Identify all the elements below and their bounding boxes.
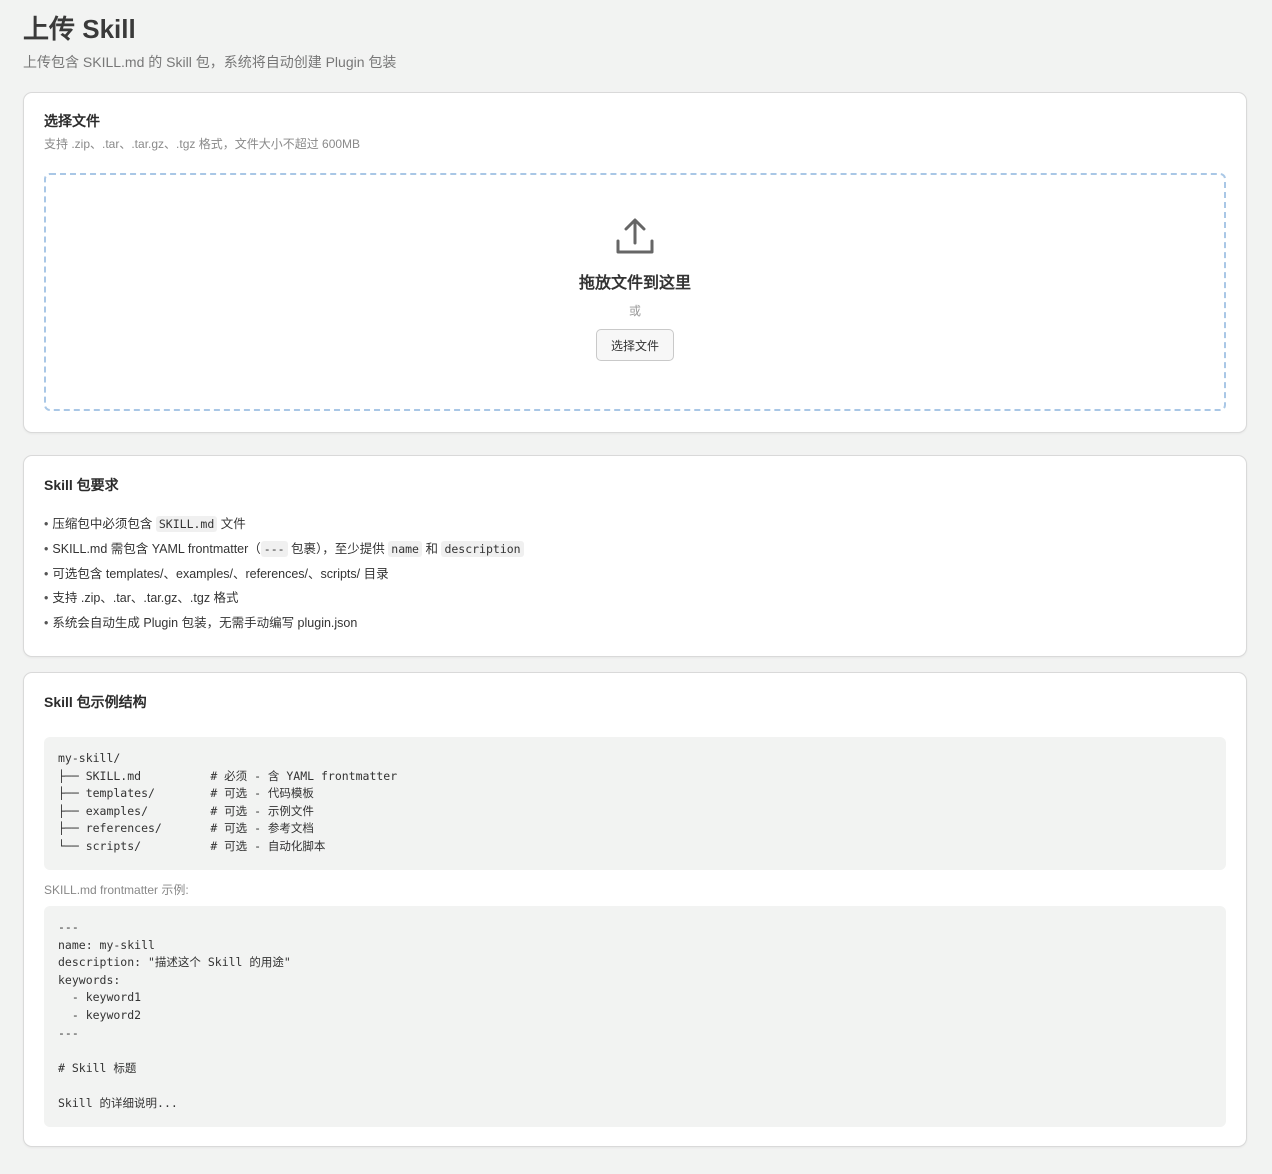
list-item: SKILL.md 需包含 YAML frontmatter（--- 包裹），至少… xyxy=(44,540,1226,557)
requirements-card: Skill 包要求 压缩包中必须包含 SKILL.md 文件 SKILL.md … xyxy=(23,455,1247,657)
upload-icon xyxy=(616,218,654,254)
list-item: 支持 .zip、.tar、.tar.gz、.tgz 格式 xyxy=(44,590,1226,606)
frontmatter-label: SKILL.md frontmatter 示例: xyxy=(44,883,189,897)
inline-code: --- xyxy=(260,540,288,557)
directory-tree-code: my-skill/ ├── SKILL.md # 必须 - 含 YAML fro… xyxy=(44,737,1226,870)
frontmatter-code: --- name: my-skill description: "描述这个 Sk… xyxy=(44,906,1226,1127)
or-text: 或 xyxy=(628,304,641,318)
example-title: Skill 包示例结构 xyxy=(44,694,147,710)
example-structure-card: Skill 包示例结构 my-skill/ ├── SKILL.md # 必须 … xyxy=(23,672,1247,1147)
file-select-title: 选择文件 xyxy=(44,113,100,129)
inline-code: SKILL.md xyxy=(155,516,218,532)
file-dropzone[interactable]: 拖放文件到这里 或 选择文件 xyxy=(44,173,1226,411)
page-title: 上传 Skill xyxy=(23,14,136,44)
upload-skill-page: 上传 Skill 上传包含 SKILL.md 的 Skill 包，系统将自动创建… xyxy=(0,0,1272,1147)
requirements-title: Skill 包要求 xyxy=(44,477,119,493)
list-item: 系统会自动生成 Plugin 包装，无需手动编写 plugin.json xyxy=(44,615,1226,631)
requirements-list: 压缩包中必须包含 SKILL.md 文件 SKILL.md 需包含 YAML f… xyxy=(44,516,1226,631)
file-select-card: 选择文件 支持 .zip、.tar、.tar.gz、.tgz 格式，文件大小不超… xyxy=(23,92,1247,433)
list-item: 可选包含 templates/、examples/、references/、sc… xyxy=(44,566,1226,582)
file-select-description: 支持 .zip、.tar、.tar.gz、.tgz 格式，文件大小不超过 600… xyxy=(44,137,361,151)
list-item: 压缩包中必须包含 SKILL.md 文件 xyxy=(44,516,1226,532)
inline-code: description xyxy=(441,540,524,557)
page-subtitle: 上传包含 SKILL.md 的 Skill 包，系统将自动创建 Plugin 包… xyxy=(23,54,397,70)
inline-code: name xyxy=(388,540,422,557)
choose-file-button[interactable]: 选择文件 xyxy=(595,329,674,361)
drop-text: 拖放文件到这里 xyxy=(578,275,691,292)
